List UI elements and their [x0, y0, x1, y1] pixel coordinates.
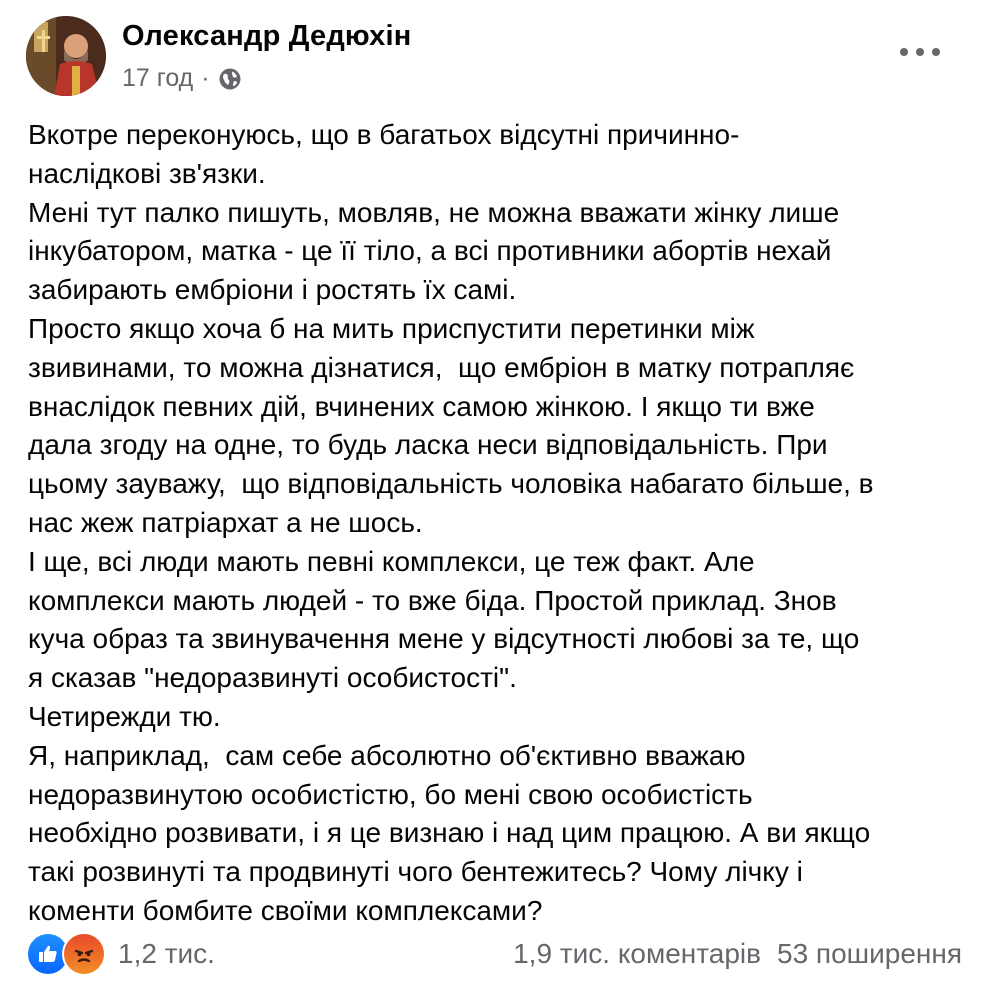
post-card: Олександр Дедюхін 17 год · Вкотре переко… — [0, 0, 986, 992]
comments-count[interactable]: 1,9 тис. коментарів — [513, 938, 761, 970]
post-text: Вкотре переконуюсь, що в багатьох відсут… — [28, 116, 968, 931]
reactions-count: 1,2 тис. — [118, 938, 215, 969]
more-dot — [900, 48, 908, 56]
post-paragraph: Четирежди тю. — [28, 700, 221, 732]
more-dot — [932, 48, 940, 56]
post-footer: 1,2 тис. 1,9 тис. коментарів 53 поширенн… — [26, 932, 962, 976]
author-name[interactable]: Олександр Дедюхін — [122, 20, 411, 53]
post-header: Олександр Дедюхін 17 год · — [26, 16, 966, 98]
post-paragraph: Я, наприклад, сам себе абсолютно об'єкти… — [28, 739, 871, 926]
globe-icon[interactable] — [218, 67, 242, 91]
meta-separator: · — [201, 64, 210, 92]
post-paragraph: І ще, всі люди мають певні комплекси, це… — [28, 545, 860, 694]
more-horizontal-icon[interactable] — [900, 40, 940, 64]
post-time[interactable]: 17 год — [122, 64, 193, 93]
author-avatar[interactable] — [26, 16, 106, 96]
shares-count[interactable]: 53 поширення — [777, 938, 962, 970]
engagement-stats: 1,9 тис. коментарів 53 поширення — [513, 932, 962, 976]
more-dot — [916, 48, 924, 56]
post-paragraph: Мені тут палко пишуть, мовляв, не можна … — [28, 196, 840, 306]
post-paragraph: Вкотре переконуюсь, що в багатьох відсут… — [28, 119, 740, 189]
reactions-summary[interactable]: 1,2 тис. — [26, 932, 215, 976]
post-meta: 17 год · — [122, 64, 242, 93]
avatar-photo — [26, 16, 106, 96]
post-paragraph: Просто якщо хоча б на мить приспустити п… — [28, 312, 874, 538]
angry-icon — [62, 932, 106, 976]
